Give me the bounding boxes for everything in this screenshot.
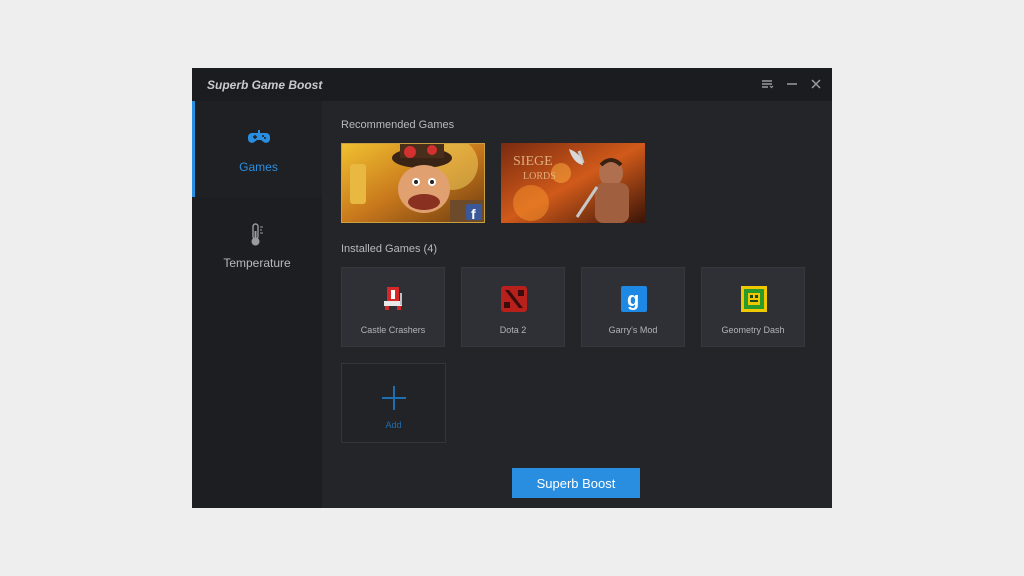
game-name: Castle Crashers: [360, 325, 426, 335]
add-label: Add: [385, 420, 402, 430]
superb-boost-button[interactable]: Superb Boost: [512, 468, 640, 498]
game-tile-castle-crashers[interactable]: Castle Crashers: [341, 267, 445, 347]
add-game-button[interactable]: Add: [341, 363, 446, 443]
recommended-game-card[interactable]: SIEGE LORDS: [501, 143, 645, 223]
recommended-games-title: Recommended Games: [341, 119, 455, 131]
sidebar-item-label: Games: [239, 160, 278, 174]
game-name: Garry's Mod: [608, 325, 658, 335]
minimize-icon[interactable]: [785, 77, 799, 91]
svg-text:LORDS: LORDS: [523, 171, 556, 182]
menu-icon[interactable]: [760, 77, 774, 91]
plus-icon: [382, 386, 406, 410]
game-name: Geometry Dash: [721, 325, 785, 335]
app-window: Superb Game Boost Games Temperature Reco…: [192, 68, 832, 508]
sidebar-item-label: Temperature: [223, 256, 291, 270]
recommended-game-image: f: [342, 144, 484, 222]
close-icon[interactable]: [809, 77, 823, 91]
title-bar[interactable]: Superb Game Boost: [192, 68, 832, 101]
sidebar: Games Temperature: [192, 101, 322, 508]
game-name: Dota 2: [499, 325, 527, 335]
recommended-game-card[interactable]: f: [341, 143, 485, 223]
sidebar-item-temperature[interactable]: Temperature: [192, 197, 322, 293]
app-title: Superb Game Boost: [207, 78, 323, 92]
gamepad-icon: [247, 130, 270, 143]
recommended-game-image: SIEGE LORDS: [501, 143, 645, 223]
dota2-icon: [501, 286, 527, 312]
sidebar-item-games[interactable]: Games: [192, 101, 322, 197]
game-tile-garrys-mod[interactable]: g Garry's Mod: [581, 267, 685, 347]
geometry-dash-icon: [741, 286, 767, 312]
svg-text:SIEGE: SIEGE: [513, 154, 553, 169]
castle-crashers-icon: [384, 287, 402, 310]
installed-games-title: Installed Games (4): [341, 243, 437, 255]
thermometer-icon: [251, 223, 263, 246]
garrys-mod-icon: g: [621, 286, 647, 312]
game-tile-geometry-dash[interactable]: Geometry Dash: [701, 267, 805, 347]
svg-text:g: g: [627, 289, 639, 311]
game-tile-dota-2[interactable]: Dota 2: [461, 267, 565, 347]
svg-text:f: f: [471, 206, 476, 222]
